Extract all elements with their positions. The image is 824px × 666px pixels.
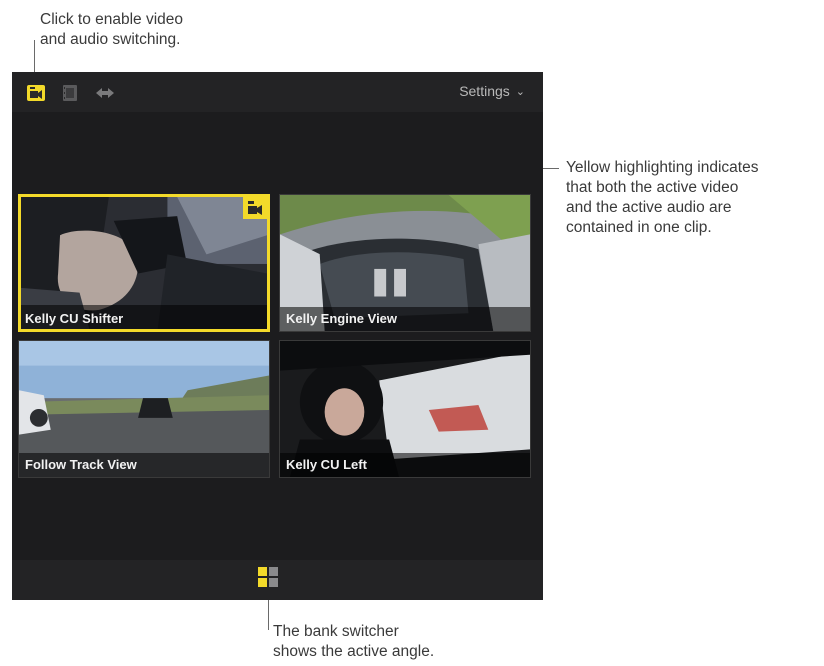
leader-line — [268, 600, 269, 630]
angle-tile-kelly-cu-shifter[interactable]: Kelly CU Shifter — [18, 194, 270, 332]
angle-label: Kelly Engine View — [286, 311, 398, 326]
callout-line: Click to enable video — [40, 11, 184, 28]
chevron-down-icon: ⌄ — [515, 86, 525, 98]
callout-line: The bank switcher — [273, 623, 399, 640]
bank-cell-active — [258, 567, 267, 576]
callout-line: and the active audio are — [566, 199, 732, 216]
video-audio-switch-icon — [27, 85, 45, 101]
angle-tile-kelly-engine-view[interactable]: Kelly Engine View — [279, 194, 531, 332]
video-audio-switch-button[interactable] — [26, 84, 46, 102]
callout-video-audio-switching: Click to enable video and audio switchin… — [40, 10, 183, 50]
callout-line: that both the active video — [566, 179, 739, 196]
audio-only-switch-icon — [96, 88, 114, 98]
audio-only-switch-button[interactable] — [94, 84, 114, 102]
angle-tile-kelly-cu-left[interactable]: Kelly CU Left — [279, 340, 531, 478]
angle-label: Kelly CU Left — [286, 457, 367, 472]
bank-switcher-button[interactable] — [258, 567, 278, 587]
angle-viewer-toolbar: Settings ⌄ — [12, 72, 543, 112]
angle-label: Follow Track View — [25, 457, 137, 472]
callout-yellow-highlighting: Yellow highlighting indicates that both … — [566, 158, 758, 238]
callout-line: and audio switching. — [40, 31, 181, 48]
video-audio-badge-icon — [248, 201, 262, 215]
bank-cell — [258, 578, 267, 587]
video-only-switch-button[interactable] — [60, 84, 80, 102]
bank-cell — [269, 567, 278, 576]
angle-viewer: Settings ⌄ Kelly CU Shifter Kelly Engine… — [12, 72, 543, 600]
angle-tile-follow-track-view[interactable]: Follow Track View — [18, 340, 270, 478]
settings-label: Settings — [459, 83, 510, 99]
callout-line: shows the active angle. — [273, 643, 435, 660]
bank-cell — [269, 578, 278, 587]
callout-line: Yellow highlighting indicates — [566, 159, 759, 176]
video-only-switch-icon — [63, 85, 77, 101]
callout-line: contained in one clip. — [566, 219, 712, 236]
active-video-audio-badge — [243, 197, 267, 219]
settings-menu[interactable]: Settings ⌄ — [459, 83, 525, 99]
callout-bank-switcher: The bank switcher shows the active angle… — [273, 622, 434, 662]
angle-label: Kelly CU Shifter — [25, 311, 124, 326]
